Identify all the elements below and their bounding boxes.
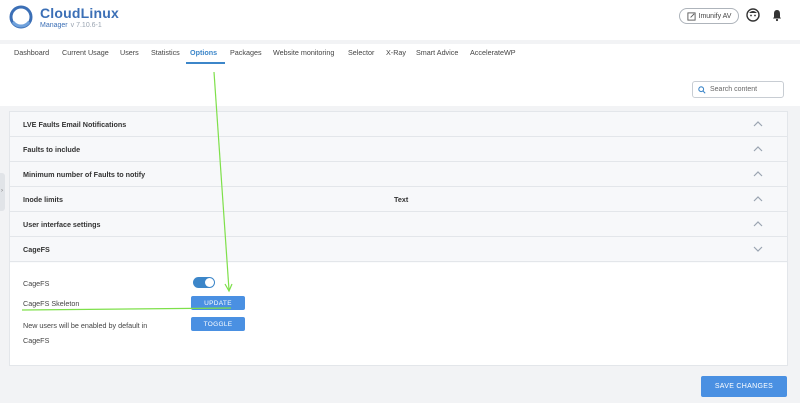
section-min-faults-to-notify[interactable]: Minimum number of Faults to notify bbox=[10, 162, 787, 187]
active-tab-indicator bbox=[186, 62, 225, 64]
cagefs-toggle-switch[interactable] bbox=[193, 277, 215, 288]
section-faults-to-include[interactable]: Faults to include bbox=[10, 137, 787, 162]
section-title: Faults to include bbox=[23, 145, 81, 154]
profile-icon[interactable] bbox=[746, 8, 760, 22]
cagefs-settings-body bbox=[10, 263, 787, 365]
tab-selector[interactable]: Selector bbox=[348, 48, 374, 57]
chevron-down-icon[interactable] bbox=[753, 245, 763, 253]
app-header: CloudLinux Manager v 7.10.6-1 Imunify AV bbox=[0, 0, 800, 40]
tab-options[interactable]: Options bbox=[190, 48, 217, 57]
section-title: Inode limits bbox=[23, 195, 63, 204]
chevron-up-icon[interactable] bbox=[753, 145, 763, 153]
cloudlinux-logo-icon bbox=[9, 5, 33, 29]
new-users-default-label: New users will be enabled by default in bbox=[23, 321, 148, 330]
tab-x-ray[interactable]: X-Ray bbox=[386, 48, 406, 57]
tab-users[interactable]: Users bbox=[120, 48, 139, 57]
section-cagefs[interactable]: CageFS bbox=[10, 237, 787, 262]
section-title: CageFS bbox=[23, 245, 50, 254]
search-content-input[interactable]: Search content bbox=[692, 81, 784, 98]
search-icon bbox=[698, 85, 706, 94]
section-title: User interface settings bbox=[23, 220, 101, 229]
save-changes-button[interactable]: SAVE CHANGES bbox=[701, 376, 787, 397]
tab-current-usage[interactable]: Current Usage bbox=[62, 48, 109, 57]
toolbar-area bbox=[0, 66, 800, 106]
toggle-knob bbox=[205, 278, 214, 287]
section-title: LVE Faults Email Notifications bbox=[23, 120, 127, 129]
update-skeleton-button[interactable]: UPDATE bbox=[191, 296, 245, 310]
section-title: Minimum number of Faults to notify bbox=[23, 170, 146, 179]
tab-statistics[interactable]: Statistics bbox=[151, 48, 180, 57]
main-nav-tabs: Dashboard Current Usage Users Statistics… bbox=[0, 44, 800, 66]
section-user-interface-settings[interactable]: User interface settings bbox=[10, 212, 787, 237]
tab-smart-advice[interactable]: Smart Advice bbox=[416, 48, 458, 57]
chevron-up-icon[interactable] bbox=[753, 170, 763, 178]
chevron-up-icon[interactable] bbox=[753, 220, 763, 228]
tab-acceleratewp[interactable]: AccelerateWP bbox=[470, 48, 516, 57]
chevron-up-icon[interactable] bbox=[753, 195, 763, 203]
toggle-button-label: TOGGLE bbox=[203, 320, 233, 328]
tab-dashboard[interactable]: Dashboard bbox=[14, 48, 49, 57]
tab-website-monitoring[interactable]: Website monitoring bbox=[273, 48, 334, 57]
cagefs-label: CageFS bbox=[23, 279, 50, 288]
cagefs-skeleton-label: CageFS Skeleton bbox=[23, 299, 80, 308]
app-subtitle: Manager bbox=[40, 21, 68, 29]
app-name: CloudLinux bbox=[40, 4, 119, 21]
section-lve-faults-email[interactable]: LVE Faults Email Notifications bbox=[10, 112, 787, 137]
section-inode-limits[interactable]: Inode limits Text bbox=[10, 187, 787, 212]
bell-icon[interactable] bbox=[770, 8, 784, 22]
app-version: v 7.10.6-1 bbox=[70, 21, 102, 29]
options-panel: LVE Faults Email Notifications Faults to… bbox=[9, 111, 788, 366]
tab-packages[interactable]: Packages bbox=[230, 48, 262, 57]
sidebar-collapse-handle[interactable]: › bbox=[0, 173, 5, 211]
imunify-av-label: Imunify AV bbox=[698, 12, 732, 20]
imunify-av-button[interactable]: Imunify AV bbox=[679, 8, 739, 24]
chevron-up-icon[interactable] bbox=[753, 120, 763, 128]
chevron-right-icon: › bbox=[1, 188, 3, 194]
search-placeholder: Search content bbox=[710, 86, 758, 93]
annotation-text: Text bbox=[394, 195, 409, 204]
external-edit-icon bbox=[686, 11, 696, 21]
update-button-label: UPDATE bbox=[204, 299, 232, 307]
save-changes-label: SAVE CHANGES bbox=[714, 383, 774, 390]
cloudlinux-logo[interactable]: CloudLinux Manager v 7.10.6-1 bbox=[8, 4, 119, 30]
toggle-new-users-button[interactable]: TOGGLE bbox=[191, 317, 245, 331]
new-users-default-label-cont: CageFS bbox=[23, 336, 50, 345]
